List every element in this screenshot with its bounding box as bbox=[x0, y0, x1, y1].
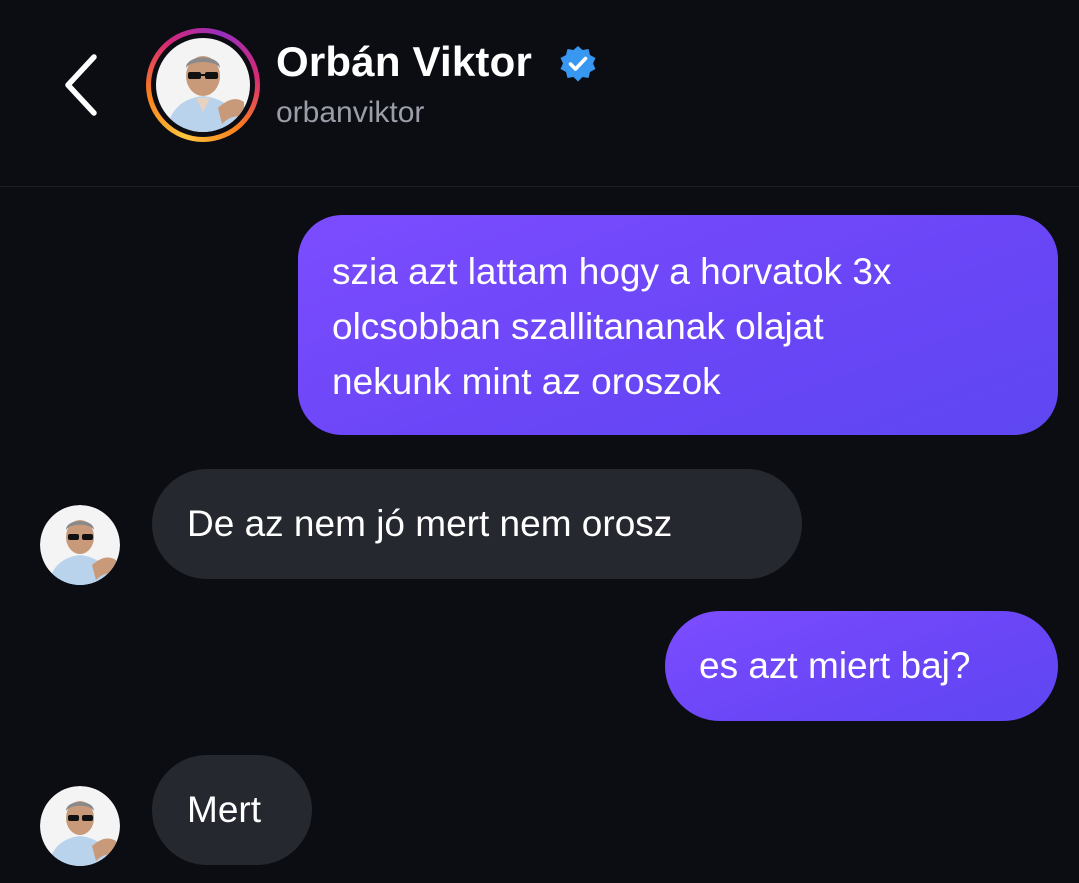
message-bubble-received[interactable]: Mert bbox=[152, 755, 312, 865]
message-bubble-sent[interactable]: szia azt lattam hogy a horvatok 3x olcso… bbox=[298, 215, 1058, 435]
message-line: nekunk mint az oroszok bbox=[332, 361, 721, 402]
profile-photo bbox=[40, 505, 120, 585]
chat-header: Orbán Viktor orbanviktor bbox=[0, 0, 1079, 187]
message-bubble-sent[interactable]: es azt miert baj? bbox=[665, 611, 1058, 721]
profile-photo bbox=[156, 38, 250, 132]
contact-avatar[interactable] bbox=[146, 28, 260, 142]
message-bubble-received[interactable]: De az nem jó mert nem orosz bbox=[152, 469, 802, 579]
profile-photo bbox=[40, 786, 120, 866]
message-text: Mert bbox=[187, 789, 261, 830]
message-text: es azt miert baj? bbox=[699, 645, 971, 686]
message-text: De az nem jó mert nem orosz bbox=[187, 503, 673, 544]
verified-badge-icon bbox=[560, 46, 596, 82]
sender-avatar[interactable] bbox=[40, 786, 120, 866]
chevron-left-icon bbox=[65, 54, 97, 116]
contact-name[interactable]: Orbán Viktor bbox=[276, 38, 532, 86]
message-line: olcsobban szallitananak olajat bbox=[332, 306, 824, 347]
message-line: szia azt lattam hogy a horvatok 3x bbox=[332, 251, 892, 292]
contact-handle: orbanviktor bbox=[276, 96, 425, 129]
chat-screen: Orbán Viktor orbanviktor szia azt lattam… bbox=[0, 0, 1079, 883]
back-button[interactable] bbox=[50, 45, 110, 125]
sender-avatar[interactable] bbox=[40, 505, 120, 585]
